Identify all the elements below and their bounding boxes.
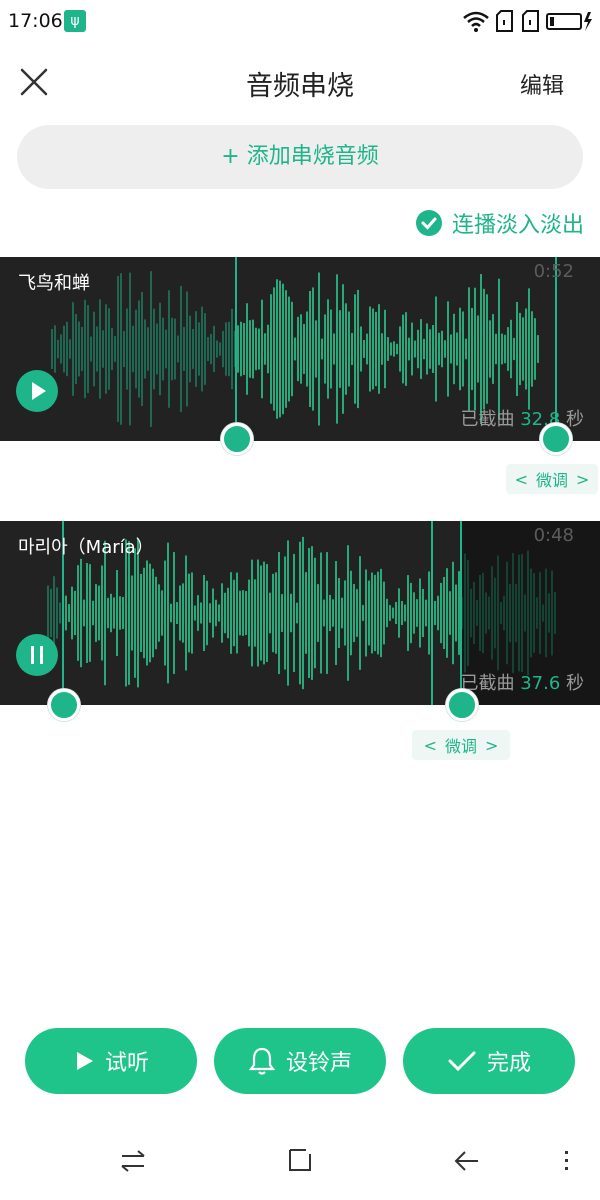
chevron-right-icon[interactable]: > xyxy=(576,470,589,489)
cut-length: 已截曲 37.6 秒 xyxy=(460,669,584,695)
trim-start-handle[interactable] xyxy=(221,423,253,455)
usb-icon: ψ xyxy=(64,10,86,32)
chevron-left-icon[interactable]: < xyxy=(424,736,437,755)
cut-value: 37.6 xyxy=(520,673,561,694)
preview-button[interactable]: 试听 xyxy=(25,1028,197,1094)
track-title: 飞鸟和蝉 xyxy=(18,273,90,294)
set-ringtone-button[interactable]: 设铃声 xyxy=(214,1028,386,1094)
check-icon xyxy=(448,1051,476,1072)
chevron-right-icon[interactable]: > xyxy=(485,736,498,755)
clock: 17:06 xyxy=(8,10,63,32)
track-title: 마리아（María） xyxy=(18,537,154,558)
sim1-icon xyxy=(496,10,513,32)
fine-tune-label: 微调 xyxy=(535,471,568,490)
back-icon[interactable] xyxy=(452,1146,482,1176)
page-title: 音频串烧 xyxy=(246,71,354,102)
fine-tune-button[interactable]: < 微调 > xyxy=(506,464,598,494)
battery-icon xyxy=(546,12,592,31)
track-card[interactable]: 飞鸟和蝉 0:52 已截曲 32.8 秒 xyxy=(0,257,600,441)
track-duration: 0:48 xyxy=(533,525,574,546)
fade-label: 连播淡入淡出 xyxy=(451,213,584,238)
fade-toggle[interactable]: 连播淡入淡出 xyxy=(415,208,584,238)
done-button[interactable]: 完成 xyxy=(403,1028,575,1094)
preview-label: 试听 xyxy=(104,1051,149,1076)
add-audio-button[interactable]: + 添加串烧音频 xyxy=(17,125,583,189)
menu-icon[interactable] xyxy=(560,1146,574,1176)
bell-icon xyxy=(248,1047,276,1075)
track-duration: 0:52 xyxy=(533,261,574,282)
trim-start-handle[interactable] xyxy=(48,689,80,721)
track-card[interactable]: 마리아（María） 0:48 已截曲 37.6 秒 xyxy=(0,521,600,705)
pause-icon xyxy=(31,646,43,664)
sim2-icon xyxy=(522,10,539,32)
trim-end-handle[interactable] xyxy=(540,423,572,455)
play-button[interactable] xyxy=(16,370,58,412)
edit-button[interactable]: 编辑 xyxy=(520,68,564,100)
play-icon xyxy=(76,1052,93,1070)
cut-unit: 秒 xyxy=(566,673,584,694)
fine-tune-button[interactable]: < 微调 > xyxy=(412,730,510,760)
fine-tune-label: 微调 xyxy=(444,737,477,756)
done-label: 完成 xyxy=(486,1051,531,1076)
chevron-left-icon[interactable]: < xyxy=(515,470,528,489)
pause-button[interactable] xyxy=(16,634,58,676)
ringtone-label: 设铃声 xyxy=(285,1051,352,1076)
cut-unit: 秒 xyxy=(566,409,584,430)
check-icon xyxy=(415,210,442,236)
switch-apps-icon[interactable] xyxy=(118,1146,148,1176)
play-icon xyxy=(32,382,46,400)
wifi-icon xyxy=(463,11,489,32)
home-icon[interactable] xyxy=(286,1146,314,1174)
trim-end-handle[interactable] xyxy=(446,689,478,721)
status-bar: 17:06 ψ xyxy=(0,0,600,44)
cut-prefix: 已截曲 xyxy=(460,409,515,430)
